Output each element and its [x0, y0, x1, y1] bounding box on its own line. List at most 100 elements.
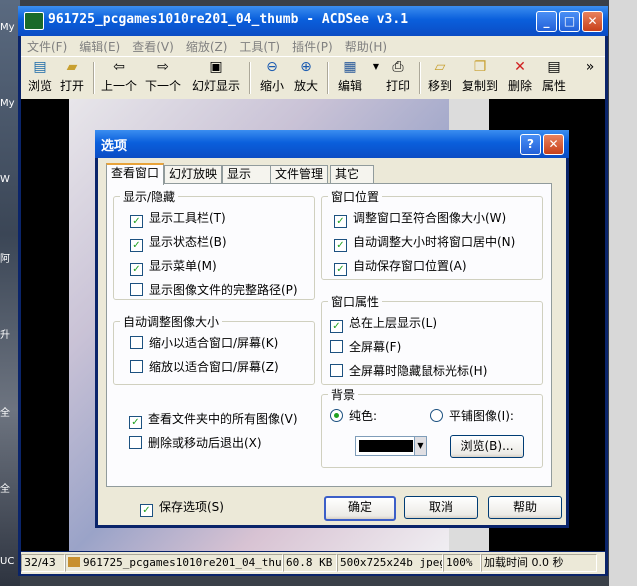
next-button[interactable]: ⇨ 下一个 — [143, 59, 183, 97]
radio-label: 平铺图像(I): — [449, 409, 514, 423]
desktop-icon-label[interactable]: 全 — [0, 404, 20, 419]
checkbox-label: 自动调整大小时将窗口居中(N) — [353, 235, 516, 249]
browse-background-button[interactable]: 浏览(B)... — [450, 435, 524, 458]
checkbox-view-all-images[interactable]: ✓ 查看文件夹中的所有图像(V) — [129, 412, 298, 429]
tab-view-window[interactable]: 查看窗口 — [106, 163, 165, 185]
group-label: 背景 — [328, 386, 359, 403]
checkbox-label: 自动保存窗口位置(A) — [353, 259, 467, 273]
desktop-left: My My W 阿 升 全 全 UC — [0, 0, 20, 586]
checkbox-box — [130, 360, 143, 373]
toolbar-label: 打印 — [385, 79, 410, 93]
slideshow-icon: ▣ — [209, 59, 223, 75]
dialog-close-button[interactable]: ✕ — [543, 134, 564, 155]
checkbox-label: 保存选项(S) — [159, 500, 224, 514]
checkbox-label: 显示状态栏(B) — [149, 235, 227, 249]
desktop-icon-label[interactable]: 升 — [0, 326, 20, 341]
tab-panel-view-window: 显示/隐藏 ✓ 显示工具栏(T) ✓ 显示状态栏(B) ✓ 显示菜单(M) 显示图像文… — [106, 183, 552, 487]
move-icon: ▱ — [434, 59, 446, 75]
menu-plugins[interactable]: 插件(P) — [286, 36, 339, 57]
delete-button[interactable]: ✕ 删除 — [505, 59, 535, 97]
desktop-icon-label[interactable]: 全 — [0, 480, 20, 495]
checkbox-box — [330, 364, 343, 377]
checkbox-always-on-top[interactable]: ✓ 总在上层显示(L) — [330, 316, 438, 333]
open-button[interactable]: ▰ 打开 — [57, 59, 87, 97]
checkbox-label: 显示图像文件的完整路径(P) — [149, 283, 298, 297]
options-dialog: 选项 ? ✕ 查看窗口 幻灯放映 显示 文件管理 其它 显示/隐藏 ✓ 显示工具栏… — [95, 130, 569, 528]
checkbox-box: ✓ — [334, 263, 347, 276]
menu-file[interactable]: 文件(F) — [21, 36, 73, 57]
toolbar-label: 上一个 — [100, 79, 137, 93]
checkbox-show-menu[interactable]: ✓ 显示菜单(M) — [130, 259, 217, 276]
group-label: 窗口位置 — [328, 188, 383, 205]
checkbox-label: 总在上层显示(L) — [349, 316, 438, 330]
checkbox-box: ✓ — [334, 239, 347, 252]
zoom-in-icon: ⊕ — [300, 59, 312, 75]
radio-dot — [330, 409, 343, 422]
checkbox-box: ✓ — [130, 239, 143, 252]
checkbox-label: 全屏幕时隐藏鼠标光标(H) — [349, 364, 488, 378]
desktop-icon-label[interactable]: UC — [0, 556, 20, 567]
tab-display[interactable]: 显示 — [222, 165, 272, 183]
edit-dropdown-arrow[interactable]: ▼ — [367, 59, 379, 97]
group-label: 窗口属性 — [328, 293, 383, 310]
tab-file-management[interactable]: 文件管理 — [270, 165, 329, 183]
move-to-button[interactable]: ▱ 移到 — [425, 59, 455, 97]
desktop-icon-label[interactable]: W — [0, 174, 20, 185]
desktop-icon-label[interactable]: My — [0, 22, 20, 33]
title-bar[interactable]: 961725_pcgames1010re201_04_thumb - ACDSe… — [18, 6, 608, 36]
toolbar-label: 删除 — [507, 79, 532, 93]
checkbox-show-toolbar[interactable]: ✓ 显示工具栏(T) — [130, 211, 226, 228]
checkbox-show-full-path[interactable]: 显示图像文件的完整路径(P) — [130, 283, 298, 299]
desktop-icon-label[interactable]: 阿 — [0, 250, 20, 265]
print-icon: ⎙ — [392, 59, 404, 75]
minimize-button[interactable]: _ — [536, 11, 557, 32]
slideshow-button[interactable]: ▣ 幻灯显示 — [189, 59, 243, 97]
menu-view[interactable]: 查看(V) — [126, 36, 180, 57]
browse-button[interactable]: ▤ 浏览 — [25, 59, 55, 97]
dialog-title-bar[interactable]: 选项 ? ✕ — [95, 130, 569, 158]
checkbox-exit-after-delete[interactable]: 删除或移动后退出(X) — [129, 436, 262, 452]
help-button[interactable]: 帮助 — [488, 496, 562, 519]
checkbox-hide-cursor-fullscreen[interactable]: 全屏幕时隐藏鼠标光标(H) — [330, 364, 487, 380]
toolbar-overflow-button[interactable]: » — [581, 59, 595, 97]
menu-edit[interactable]: 编辑(E) — [73, 36, 126, 57]
radio-tile-image[interactable]: 平铺图像(I): — [430, 409, 514, 425]
cancel-button[interactable]: 取消 — [404, 496, 478, 519]
menu-help[interactable]: 帮助(H) — [339, 36, 393, 57]
checkbox-shrink-to-fit[interactable]: 缩小以适合窗口/屏幕(K) — [130, 336, 278, 352]
chevron-down-icon: ▼ — [414, 437, 426, 455]
edit-button[interactable]: ▦ 编辑 — [335, 59, 365, 97]
print-button[interactable]: ⎙ 打印 — [383, 59, 413, 97]
checkbox-center-window[interactable]: ✓ 自动调整大小时将窗口居中(N) — [334, 235, 516, 252]
help-icon-button[interactable]: ? — [520, 134, 541, 155]
checkbox-save-window-position[interactable]: ✓ 自动保存窗口位置(A) — [334, 259, 467, 276]
desktop-right — [609, 0, 637, 586]
ok-button[interactable]: 确定 — [324, 496, 396, 521]
checkbox-save-options[interactable]: ✓ 保存选项(S) — [140, 500, 224, 517]
zoom-in-button[interactable]: ⊕ 放大 — [291, 59, 321, 97]
zoom-out-button[interactable]: ⊖ 缩小 — [257, 59, 287, 97]
radio-solid-color[interactable]: 纯色: — [330, 409, 377, 425]
checkbox-zoom-to-fit[interactable]: 缩放以适合窗口/屏幕(Z) — [130, 360, 279, 376]
menu-zoom[interactable]: 缩放(Z) — [180, 36, 234, 57]
copy-to-button[interactable]: ❐ 复制到 — [459, 59, 501, 97]
tab-slideshow[interactable]: 幻灯放映 — [164, 165, 223, 183]
zoom-out-icon: ⊖ — [266, 59, 278, 75]
close-button[interactable]: ✕ — [582, 11, 603, 32]
checkbox-show-statusbar[interactable]: ✓ 显示状态栏(B) — [130, 235, 227, 252]
checkbox-label: 显示工具栏(T) — [149, 211, 226, 225]
prev-button[interactable]: ⇦ 上一个 — [99, 59, 139, 97]
status-index: 32/43 — [21, 554, 65, 572]
menu-tools[interactable]: 工具(T) — [233, 36, 286, 57]
maximize-button[interactable]: □ — [559, 11, 580, 32]
desktop-icon-label[interactable]: My — [0, 98, 20, 109]
background-color-picker[interactable]: ▼ — [355, 436, 427, 456]
tab-other[interactable]: 其它 — [330, 165, 374, 183]
toolbar-separator — [93, 62, 95, 94]
copy-icon: ❐ — [473, 59, 487, 75]
checkbox-box: ✓ — [334, 215, 347, 228]
checkbox-fit-window-to-image[interactable]: ✓ 调整窗口至符合图像大小(W) — [334, 211, 506, 228]
checkbox-full-screen[interactable]: 全屏幕(F) — [330, 340, 401, 356]
properties-button[interactable]: ▤ 属性 — [539, 59, 569, 97]
checkbox-box: ✓ — [330, 320, 343, 333]
